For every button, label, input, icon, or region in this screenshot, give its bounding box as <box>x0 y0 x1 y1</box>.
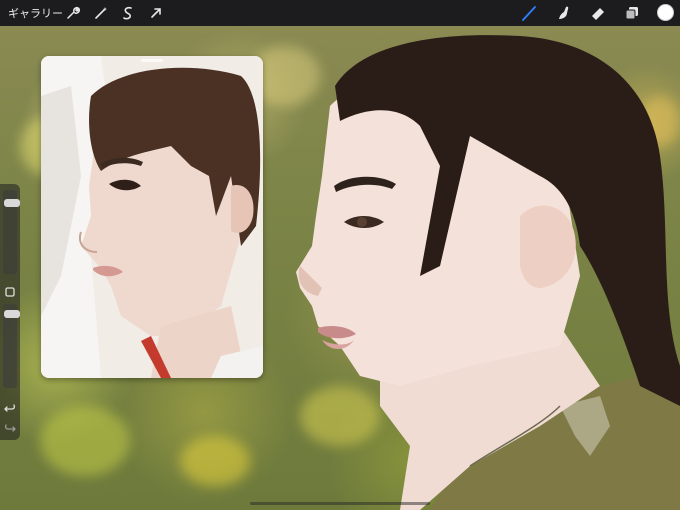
wrench-icon[interactable] <box>64 4 82 22</box>
home-indicator <box>250 502 430 505</box>
brush-icon[interactable] <box>520 4 538 22</box>
opacity-slider[interactable] <box>3 304 20 388</box>
layers-icon[interactable] <box>623 4 641 22</box>
left-sidebar <box>0 184 20 440</box>
modify-square-icon[interactable] <box>3 284 17 298</box>
color-picker-swatch[interactable] <box>657 4 674 21</box>
smudge-icon[interactable] <box>555 4 573 22</box>
gallery-button[interactable]: ギャラリー <box>8 5 63 21</box>
magic-wand-icon[interactable] <box>92 4 110 22</box>
brush-size-slider[interactable] <box>3 190 20 274</box>
opacity-thumb[interactable] <box>4 310 20 318</box>
selection-icon[interactable] <box>119 4 137 22</box>
top-toolbar: ギャラリー <box>0 0 680 26</box>
reference-window[interactable] <box>41 56 263 378</box>
redo-icon[interactable] <box>3 420 17 434</box>
eraser-icon[interactable] <box>589 4 607 22</box>
reference-photo <box>41 56 263 378</box>
undo-icon[interactable] <box>3 400 17 414</box>
reference-window-handle[interactable] <box>141 59 163 62</box>
brush-size-thumb[interactable] <box>4 199 20 207</box>
transform-arrow-icon[interactable] <box>147 4 165 22</box>
